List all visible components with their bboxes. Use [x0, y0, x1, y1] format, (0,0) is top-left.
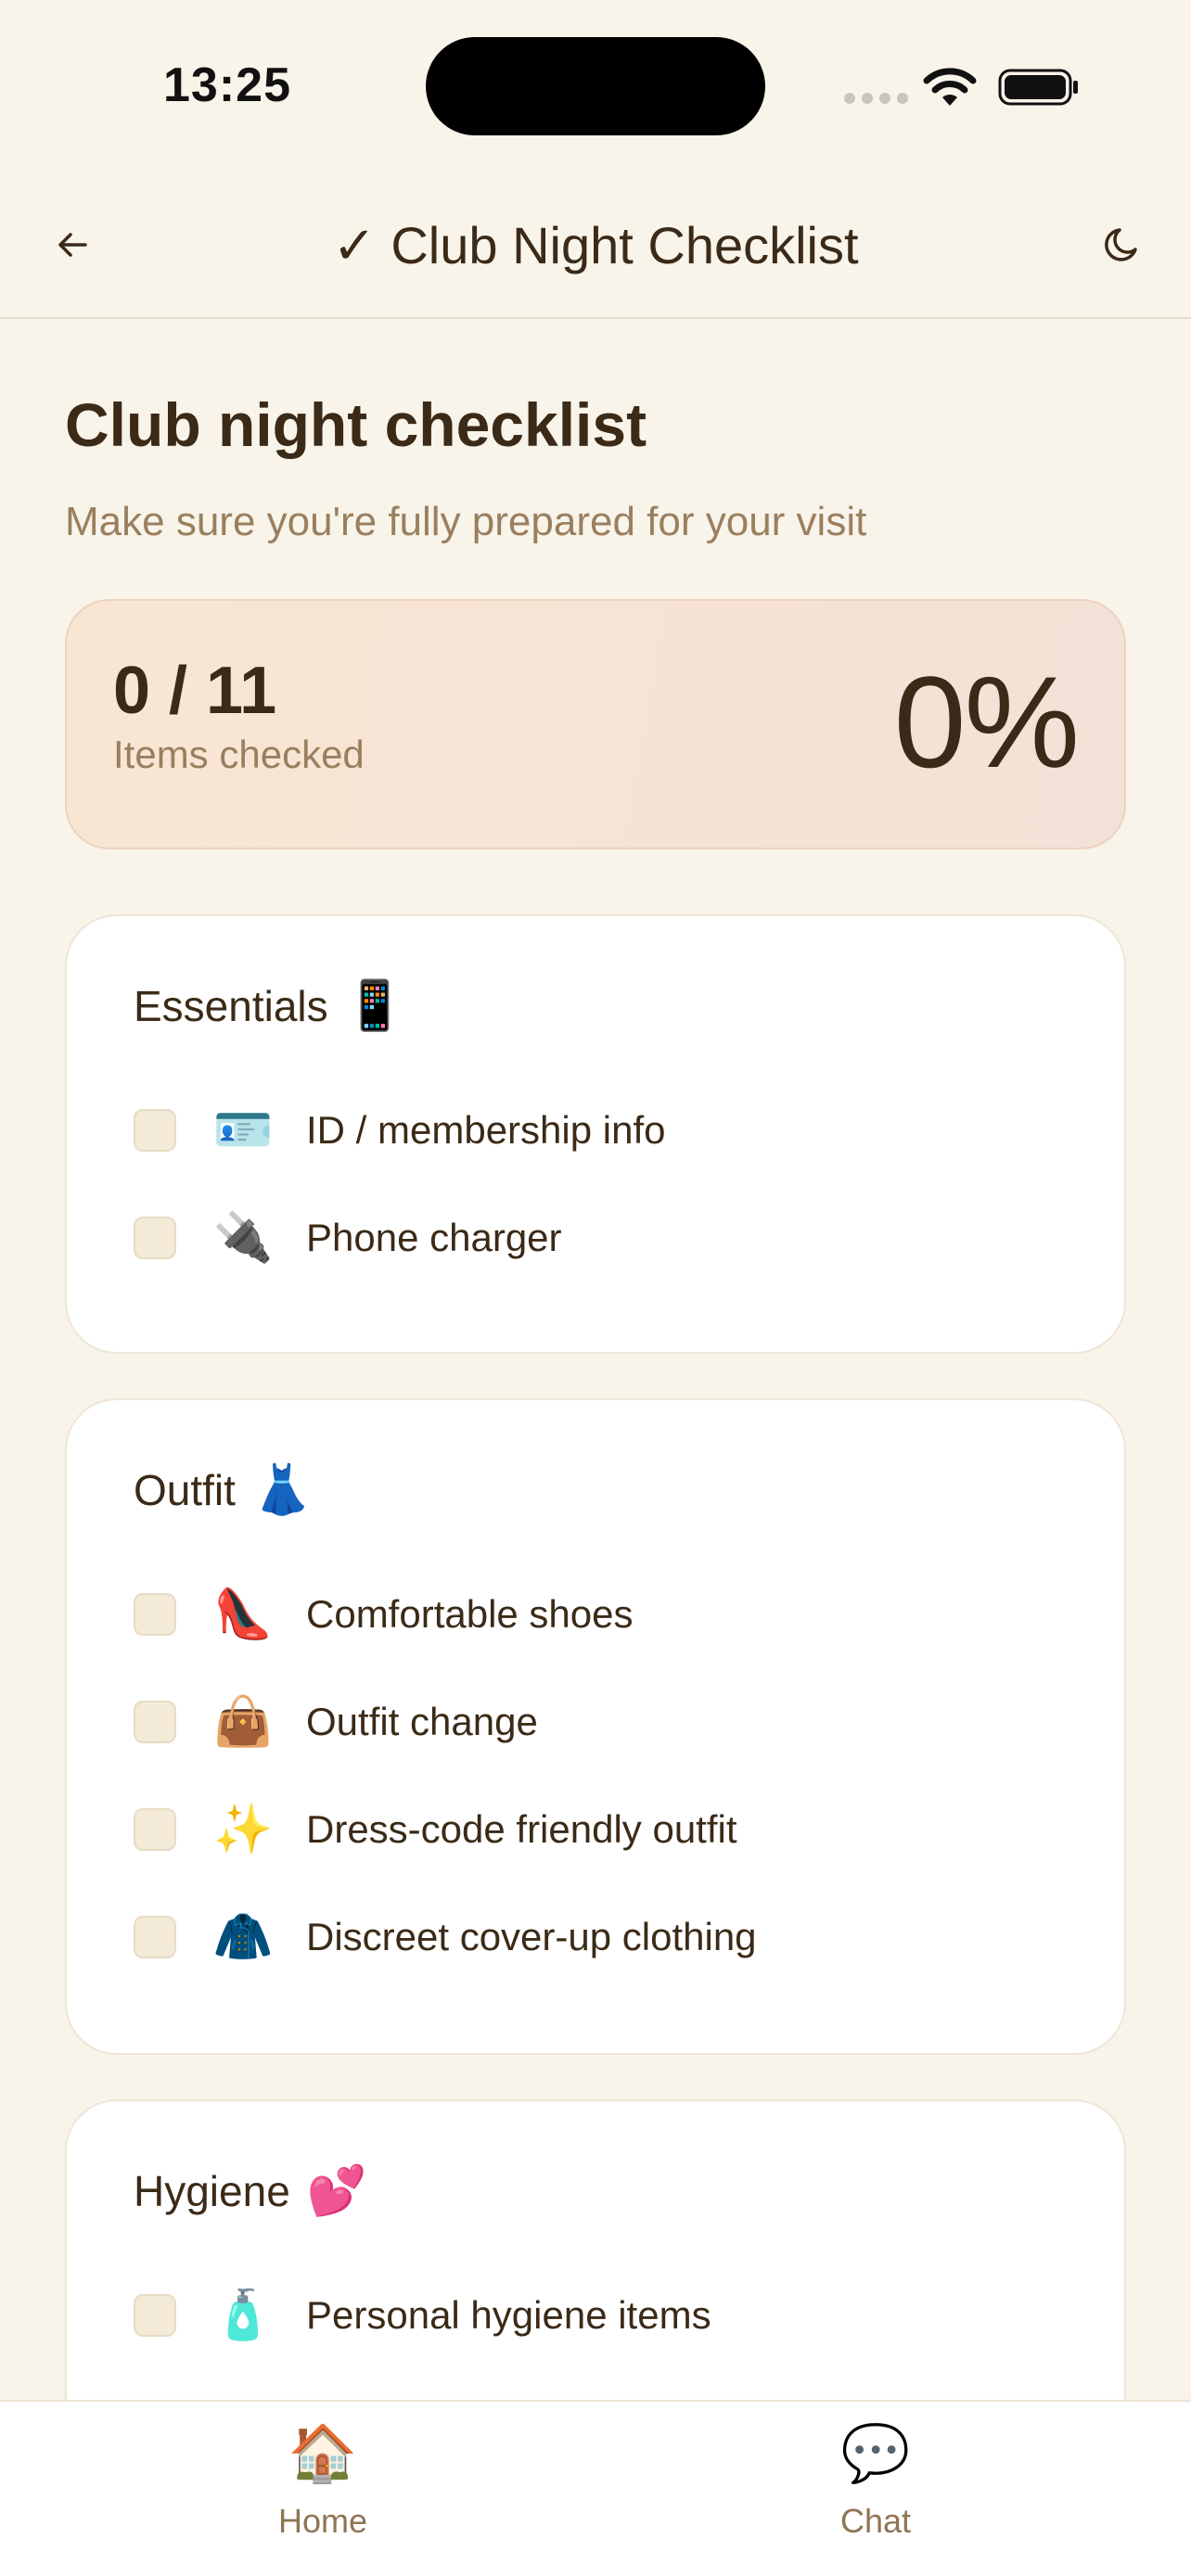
tab-home[interactable]: 🏠 Home [211, 2418, 434, 2541]
category-card-essentials: Essentials 📱 🪪 ID / membership info 🔌 Ph… [65, 914, 1126, 1354]
checklist-item[interactable]: 🪪 ID / membership info [134, 1098, 665, 1163]
item-label: Comfortable shoes [306, 1592, 634, 1636]
header-title: ✓ Club Night Checklist [0, 215, 1191, 276]
category-title-text: Hygiene [134, 2166, 290, 2215]
check-icon: ✓ [332, 216, 377, 274]
high-heeled-shoe-icon: 👠 [212, 1588, 274, 1641]
moon-icon [1105, 228, 1137, 261]
checklist-item[interactable]: 👜 Outfit change [134, 1690, 538, 1754]
coat-icon: 🧥 [212, 1910, 274, 1964]
category-title: Essentials 📱 [134, 977, 404, 1034]
theme-toggle-button[interactable] [1095, 217, 1150, 273]
item-checkbox[interactable] [134, 1916, 176, 1958]
item-label: Phone charger [306, 1216, 562, 1259]
item-label: Outfit change [306, 1700, 538, 1743]
tab-bar: 🏠 Home 💬 Chat [0, 2400, 1191, 2576]
battery-icon [998, 69, 1078, 106]
app-header: ✓ Club Night Checklist [0, 176, 1191, 319]
item-checkbox[interactable] [134, 1593, 176, 1636]
handbag-icon: 👜 [212, 1695, 274, 1749]
item-checkbox[interactable] [134, 1808, 176, 1851]
id-card-icon: 🪪 [212, 1103, 274, 1157]
item-label: Discreet cover-up clothing [306, 1915, 757, 1958]
checklist-item[interactable]: 👠 Comfortable shoes [134, 1582, 634, 1647]
checklist-item[interactable]: ✨ Dress-code friendly outfit [134, 1797, 737, 1862]
progress-percent: 0% [893, 649, 1080, 795]
checklist-item[interactable]: 🧴 Personal hygiene items [134, 2283, 711, 2348]
header-title-text: Club Night Checklist [391, 216, 859, 274]
lotion-bottle-icon: 🧴 [212, 2289, 274, 2342]
screen: 13:25 ✓ Club Night Checklist Club night … [0, 0, 1191, 2576]
progress-card: 0 / 11 Items checked 0% [65, 599, 1126, 849]
item-checkbox[interactable] [134, 1701, 176, 1743]
status-time: 13:25 [163, 58, 291, 112]
speech-bubble-icon: 💬 [840, 2422, 911, 2484]
two-hearts-icon: 💕 [306, 2164, 367, 2218]
item-label: Personal hygiene items [306, 2293, 711, 2337]
category-title: Hygiene 💕 [134, 2162, 367, 2219]
house-icon: 🏠 [288, 2422, 358, 2484]
progress-label: Items checked [113, 733, 365, 776]
category-card-outfit: Outfit 👗 👠 Comfortable shoes 👜 Outfit ch… [65, 1398, 1126, 2055]
dress-icon: 👗 [251, 1463, 313, 1517]
item-label: ID / membership info [306, 1108, 666, 1152]
status-bar: 13:25 [0, 0, 1191, 176]
item-checkbox[interactable] [134, 1109, 176, 1152]
tab-chat[interactable]: 💬 Chat [764, 2418, 987, 2541]
item-checkbox[interactable] [134, 2294, 176, 2337]
electric-plug-icon: 🔌 [212, 1211, 274, 1265]
checklist-item[interactable]: 🧥 Discreet cover-up clothing [134, 1905, 757, 1970]
page-title: Club night checklist [65, 390, 647, 459]
page-subtitle: Make sure you're fully prepared for your… [65, 499, 867, 544]
tab-label: Chat [839, 2502, 912, 2540]
category-title-text: Essentials [134, 981, 328, 1030]
tab-label: Home [277, 2502, 368, 2540]
wifi-icon [923, 68, 977, 106]
checklist-item[interactable]: 🔌 Phone charger [134, 1205, 562, 1270]
category-title-text: Outfit [134, 1465, 236, 1514]
sparkles-icon: ✨ [212, 1803, 274, 1856]
cellular-signal-icon [844, 93, 908, 104]
dynamic-island [426, 37, 765, 135]
category-title: Outfit 👗 [134, 1461, 313, 1518]
progress-count: 0 / 11 [113, 654, 277, 728]
mobile-phone-icon: 📱 [344, 979, 405, 1033]
item-label: Dress-code friendly outfit [306, 1807, 737, 1851]
item-checkbox[interactable] [134, 1217, 176, 1259]
